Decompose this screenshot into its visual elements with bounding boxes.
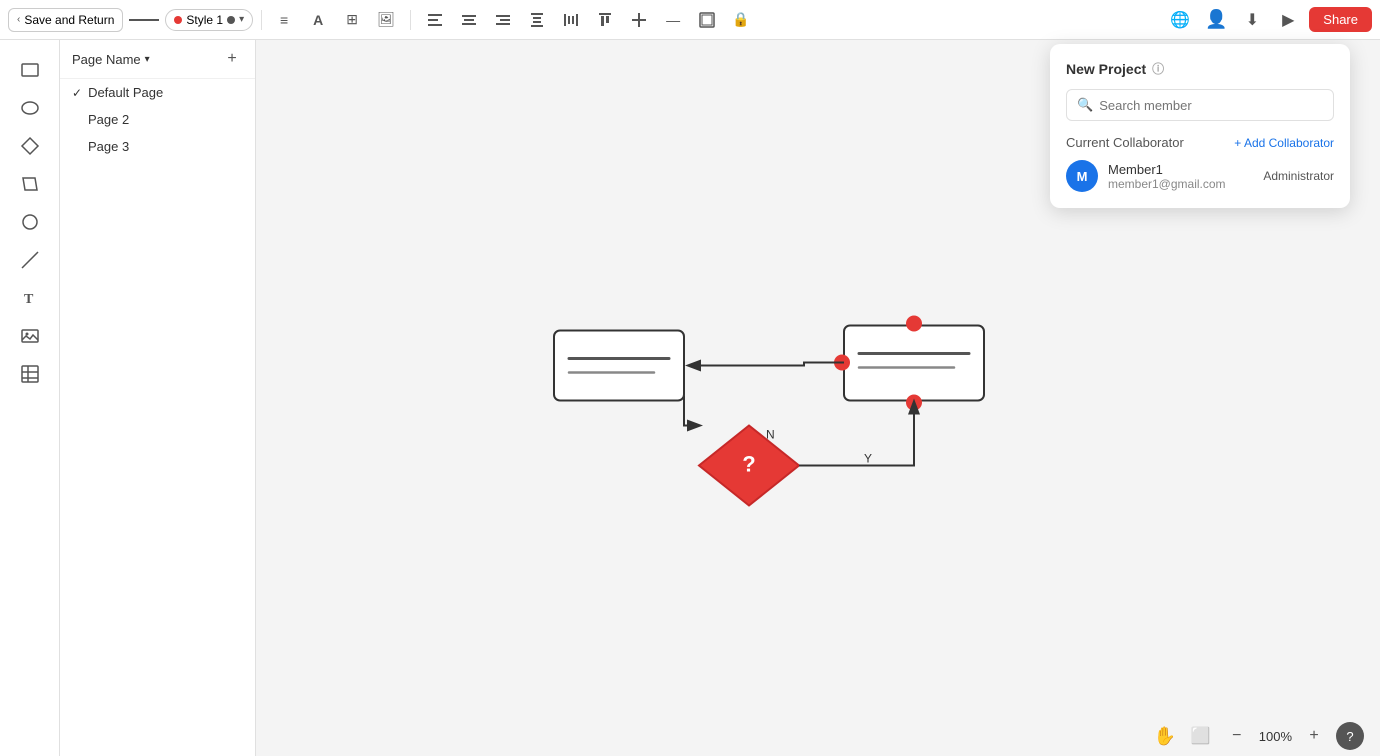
text-tool[interactable]: T [12, 280, 48, 316]
minus-icon[interactable]: — [659, 6, 687, 34]
add-collaborator-button[interactable]: + Add Collaborator [1234, 136, 1334, 150]
search-icon: 🔍 [1077, 97, 1093, 113]
pages-header: Page Name ▾ + [60, 40, 255, 79]
page-name-3: Page 3 [88, 139, 129, 154]
pages-panel: Page Name ▾ + ✓ Default Page Page 2 Page… [60, 40, 256, 756]
table-tool[interactable] [12, 356, 48, 392]
collab-title-text: New Project [1066, 61, 1146, 77]
chevron-left-icon: ‹ [17, 14, 20, 25]
fit-view-button[interactable]: ⬜ [1187, 722, 1215, 750]
toolbar-left: ‹ Save and Return Style 1 ▾ [8, 8, 253, 32]
member-row: M Member1 member1@gmail.com Administrato… [1066, 160, 1334, 192]
style-pill[interactable]: Style 1 ▾ [165, 9, 253, 31]
line-connector [129, 19, 159, 21]
align-bottom-icon[interactable] [625, 6, 653, 34]
member-name: Member1 [1108, 162, 1226, 177]
page-name-2: Page 2 [88, 112, 129, 127]
text-icon[interactable]: A [304, 6, 332, 34]
search-input-wrap[interactable]: 🔍 [1066, 89, 1334, 121]
member-avatar: M [1066, 160, 1098, 192]
page-item-default[interactable]: ✓ Default Page [60, 79, 255, 106]
distribute-v-icon[interactable] [523, 6, 551, 34]
search-member-input[interactable] [1099, 98, 1323, 113]
add-page-button[interactable]: + [221, 48, 243, 70]
toolbar-divider-2 [410, 10, 411, 30]
chevron-down-icon: ▾ [239, 14, 244, 25]
ellipse-tool[interactable] [12, 90, 48, 126]
image-tool[interactable] [12, 318, 48, 354]
bottom-bar: ✋ ⬜ − 100% + ? [256, 716, 1380, 756]
pages-title-chevron: ▾ [145, 54, 150, 65]
dot-right-icon [227, 16, 235, 24]
main-toolbar: ‹ Save and Return Style 1 ▾ ≡ A ⊞ 🖼 [0, 0, 1380, 40]
page-item-3[interactable]: Page 3 [60, 133, 255, 160]
toolbar-center: ≡ A ⊞ 🖼 — 🔒 [270, 6, 755, 34]
crop-icon[interactable] [693, 6, 721, 34]
download-icon[interactable]: ⬇ [1237, 5, 1267, 35]
diamond-tool[interactable] [12, 128, 48, 164]
toolbar-right: 🌐 👤 ⬇ ▶ Share [1165, 5, 1372, 35]
check-icon: ✓ [72, 86, 82, 100]
share-button[interactable]: Share [1309, 7, 1372, 32]
parallelogram-tool[interactable] [12, 166, 48, 202]
distribute-h-icon[interactable] [557, 6, 585, 34]
user-icon[interactable]: 👤 [1201, 5, 1231, 35]
svg-text:T: T [24, 292, 34, 307]
flowchart: ? N Y [534, 271, 1034, 526]
svg-text:?: ? [743, 452, 756, 477]
page-name-default: Default Page [88, 85, 163, 100]
align-top-icon[interactable] [591, 6, 619, 34]
zoom-level: 100% [1259, 729, 1292, 744]
pages-title-label: Page Name [72, 52, 141, 67]
collab-panel-title: New Project ⓘ [1066, 60, 1334, 77]
left-panel: T Page Name ▾ + ✓ Default Page Page 2 Pa… [0, 40, 256, 756]
zoom-out-button[interactable]: − [1223, 722, 1251, 750]
grid-icon[interactable]: ⊞ [338, 6, 366, 34]
shape-tools-panel: T [0, 40, 60, 756]
collab-header: Current Collaborator + Add Collaborator [1066, 135, 1334, 150]
member-info: Member1 member1@gmail.com [1108, 162, 1226, 191]
current-collaborator-label: Current Collaborator [1066, 135, 1184, 150]
pages-title[interactable]: Page Name ▾ [72, 52, 150, 67]
list-icon[interactable]: ≡ [270, 6, 298, 34]
zoom-in-button[interactable]: + [1300, 722, 1328, 750]
flowchart-svg: ? N Y [534, 271, 1034, 521]
align-left-icon[interactable] [421, 6, 449, 34]
save-return-button[interactable]: ‹ Save and Return [8, 8, 123, 32]
align-center-icon[interactable] [455, 6, 483, 34]
svg-text:Y: Y [864, 452, 872, 466]
line-tool[interactable] [12, 242, 48, 278]
dot-left-icon [174, 16, 182, 24]
globe-icon[interactable]: 🌐 [1165, 5, 1195, 35]
save-return-label: Save and Return [24, 13, 114, 27]
image-icon[interactable]: 🖼 [372, 6, 400, 34]
svg-text:N: N [766, 428, 775, 442]
style-label: Style 1 [186, 13, 223, 27]
help-button[interactable]: ? [1336, 722, 1364, 750]
rectangle-tool[interactable] [12, 52, 48, 88]
info-icon[interactable]: ⓘ [1152, 60, 1164, 77]
toolbar-divider-1 [261, 10, 262, 30]
pan-tool-button[interactable]: ✋ [1151, 722, 1179, 750]
collab-panel: New Project ⓘ 🔍 Current Collaborator + A… [1050, 44, 1350, 208]
page-item-2[interactable]: Page 2 [60, 106, 255, 133]
member-email: member1@gmail.com [1108, 177, 1226, 191]
member-role: Administrator [1263, 169, 1334, 183]
align-right-icon[interactable] [489, 6, 517, 34]
lock-icon[interactable]: 🔒 [727, 6, 755, 34]
play-icon[interactable]: ▶ [1273, 5, 1303, 35]
circle-tool[interactable] [12, 204, 48, 240]
